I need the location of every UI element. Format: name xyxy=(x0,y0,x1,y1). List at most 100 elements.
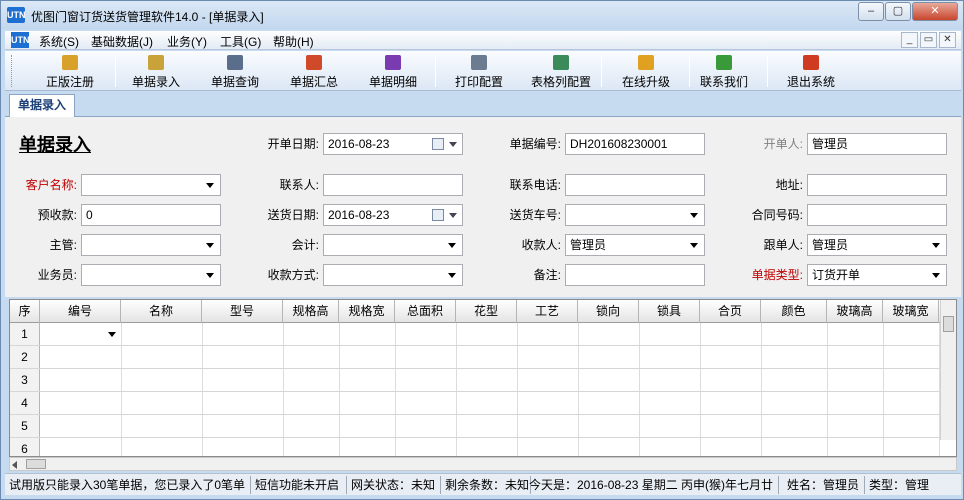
col-header-name[interactable]: 名称 xyxy=(121,300,202,323)
document-detail-button[interactable]: 单据明细 xyxy=(353,53,433,89)
calendar-icon[interactable] xyxy=(432,209,444,221)
creator-field[interactable]: 管理员 xyxy=(807,133,947,155)
doc-type-combo[interactable]: 订货开单 xyxy=(807,264,947,286)
col-header-model[interactable]: 型号 xyxy=(202,300,283,323)
col-header-spec-width[interactable]: 规格宽 xyxy=(339,300,395,323)
table-column-config-label: 表格列配置 xyxy=(530,75,591,89)
menu-help[interactable]: 帮助(H) xyxy=(273,33,314,50)
open-date-picker[interactable]: 2016-08-23 xyxy=(323,133,463,155)
prepay-field[interactable]: 0 xyxy=(81,204,221,226)
grid-header: 序 编号 名称 型号 规格高 规格宽 总面积 花型 工艺 锁向 锁具 合页 颜色… xyxy=(10,300,956,323)
calendar-icon[interactable] xyxy=(432,138,444,150)
register-label: 正版注册 xyxy=(45,75,94,89)
vertical-scroll-thumb[interactable] xyxy=(943,316,954,332)
table-row[interactable]: 1 xyxy=(10,323,942,346)
document-summary-button[interactable]: 单据汇总 xyxy=(275,53,353,89)
contact-us-button[interactable]: 联系我们 xyxy=(691,53,757,89)
mdi-close-button[interactable]: ✕ xyxy=(939,32,956,48)
menu-tools[interactable]: 工具(G) xyxy=(220,33,261,50)
col-header-glass-width[interactable]: 玻璃宽 xyxy=(883,300,939,323)
close-button[interactable]: ✕ xyxy=(912,2,958,21)
open-date-value: 2016-08-23 xyxy=(328,137,390,151)
prepay-label: 预收款: xyxy=(37,208,77,222)
gateway-status: 网关状态：未知 xyxy=(347,476,441,494)
salesman-combo[interactable] xyxy=(81,264,221,286)
follower-label: 跟单人: xyxy=(763,238,803,252)
doc-no-field[interactable]: DH201608230001 xyxy=(565,133,705,155)
table-row[interactable]: 3 xyxy=(10,369,942,392)
toolbar-separator xyxy=(601,55,602,87)
supervisor-combo[interactable] xyxy=(81,234,221,256)
col-header-index[interactable]: 序 xyxy=(10,300,40,323)
menu-basic-data[interactable]: 基础数据(J) xyxy=(91,33,153,50)
scroll-left-icon[interactable] xyxy=(12,461,17,469)
toolbar-separator xyxy=(767,55,768,87)
query-form-icon xyxy=(227,55,243,70)
print-config-button[interactable]: 打印配置 xyxy=(437,53,521,89)
delivery-date-value: 2016-08-23 xyxy=(328,208,390,222)
toolbar-grip[interactable] xyxy=(11,55,14,87)
register-button[interactable]: 正版注册 xyxy=(25,53,115,89)
mdi-minimize-button[interactable]: _ xyxy=(901,32,918,48)
col-header-spec-height[interactable]: 规格高 xyxy=(283,300,339,323)
address-field[interactable] xyxy=(807,174,947,196)
col-header-lock-direction[interactable]: 锁向 xyxy=(578,300,639,323)
sms-status: 短信功能未开启 xyxy=(251,476,347,494)
col-header-color[interactable]: 颜色 xyxy=(761,300,827,323)
contact-field[interactable] xyxy=(323,174,463,196)
accountant-combo[interactable] xyxy=(323,234,463,256)
vehicle-combo[interactable] xyxy=(565,204,705,226)
col-header-total-area[interactable]: 总面积 xyxy=(395,300,456,323)
customer-combo[interactable] xyxy=(81,174,221,196)
document-query-label: 单据查询 xyxy=(210,75,259,89)
menu-business[interactable]: 业务(Y) xyxy=(167,33,207,50)
table-row[interactable]: 5 xyxy=(10,415,942,438)
pay-method-combo[interactable] xyxy=(323,264,463,286)
grid-vertical-scrollbar[interactable] xyxy=(940,300,956,440)
address-label: 地址: xyxy=(775,178,803,192)
minimize-button[interactable]: – xyxy=(858,2,884,21)
col-header-glass-height[interactable]: 玻璃高 xyxy=(827,300,883,323)
follower-combo[interactable]: 管理员 xyxy=(807,234,947,256)
salesman-label: 业务员: xyxy=(37,268,77,282)
phone-field[interactable] xyxy=(565,174,705,196)
contract-field[interactable] xyxy=(807,204,947,226)
home-icon xyxy=(716,55,732,70)
row-number: 1 xyxy=(10,323,40,345)
col-header-pattern[interactable]: 花型 xyxy=(456,300,517,323)
contract-label: 合同号码: xyxy=(751,208,803,222)
items-grid[interactable]: 序 编号 名称 型号 规格高 规格宽 总面积 花型 工艺 锁向 锁具 合页 颜色… xyxy=(9,299,957,457)
col-header-hinge[interactable]: 合页 xyxy=(700,300,761,323)
col-header-code[interactable]: 编号 xyxy=(40,300,121,323)
payee-combo[interactable]: 管理员 xyxy=(565,234,705,256)
app-window: UTN 优图门窗订货送货管理软件14.0 - [单据录入] – ▢ ✕ UTN … xyxy=(0,0,964,500)
exit-system-button[interactable]: 退出系统 xyxy=(769,53,853,89)
document-entry-button[interactable]: 单据录入 xyxy=(117,53,195,89)
online-upgrade-button[interactable]: 在线升级 xyxy=(603,53,689,89)
document-query-button[interactable]: 单据查询 xyxy=(195,53,275,89)
creator-label: 开单人: xyxy=(763,137,803,151)
table-row[interactable]: 2 xyxy=(10,346,942,369)
menu-system[interactable]: 系统(S) xyxy=(39,33,79,50)
user-name-status: 姓名：管理员 xyxy=(783,476,865,494)
grid-horizontal-scrollbar[interactable] xyxy=(9,457,957,471)
delivery-date-picker[interactable]: 2016-08-23 xyxy=(323,204,463,226)
title-bar[interactable]: UTN 优图门窗订货送货管理软件14.0 - [单据录入] – ▢ ✕ xyxy=(1,1,963,29)
table-row[interactable]: 4 xyxy=(10,392,942,415)
col-header-craft[interactable]: 工艺 xyxy=(517,300,578,323)
table-column-config-button[interactable]: 表格列配置 xyxy=(521,53,601,89)
row-number: 2 xyxy=(10,346,40,368)
table-row[interactable]: 6 xyxy=(10,438,942,456)
row-number: 6 xyxy=(10,438,40,456)
mdi-restore-button[interactable]: ▭ xyxy=(920,32,937,48)
tab-document-entry[interactable]: 单据录入 xyxy=(9,94,75,117)
horizontal-scroll-thumb[interactable] xyxy=(26,459,46,469)
payee-label: 收款人: xyxy=(521,238,561,252)
exit-system-label: 退出系统 xyxy=(786,75,835,89)
col-header-lock[interactable]: 锁具 xyxy=(639,300,700,323)
mdi-app-icon[interactable]: UTN xyxy=(11,32,30,48)
code-dropdown-icon[interactable] xyxy=(108,332,116,337)
menu-bar: UTN 系统(S) 基础数据(J) 业务(Y) 工具(G) 帮助(H) _ ▭ … xyxy=(5,31,961,50)
remark-field[interactable] xyxy=(565,264,705,286)
restore-button[interactable]: ▢ xyxy=(885,2,911,21)
